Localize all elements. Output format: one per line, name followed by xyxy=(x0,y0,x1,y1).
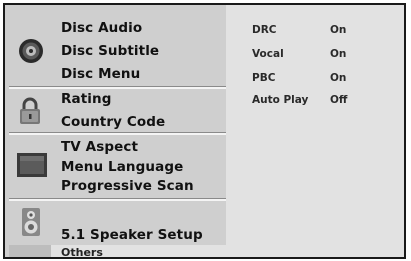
menu-item-progressive-scan[interactable]: Progressive Scan xyxy=(61,178,194,194)
menu-item-tv-aspect[interactable]: TV Aspect xyxy=(61,139,138,155)
audio-group: 5.1 Speaker Setup xyxy=(5,201,226,243)
lock-icon xyxy=(20,97,40,124)
setting-name: DRC xyxy=(252,24,277,36)
setting-value[interactable]: Off xyxy=(330,94,347,106)
menu-item-disc-subtitle[interactable]: Disc Subtitle xyxy=(61,43,159,59)
display-group: TV Aspect Menu Language Progressive Scan xyxy=(5,135,226,201)
menu-item-disc-menu[interactable]: Disc Menu xyxy=(61,66,140,82)
menu-item-5-1-speaker-setup[interactable]: 5.1 Speaker Setup xyxy=(61,227,203,243)
setting-name: Auto Play xyxy=(252,94,309,106)
disc-group: Disc Audio Disc Subtitle Disc Menu xyxy=(5,5,226,89)
setting-value[interactable]: On xyxy=(330,72,346,84)
setting-value[interactable]: On xyxy=(330,24,346,36)
settings-panel: DRC On Vocal On PBC On Auto Play Off xyxy=(226,5,404,257)
menu-item-disc-audio[interactable]: Disc Audio xyxy=(61,20,142,36)
menu-category-panel: Disc Audio Disc Subtitle Disc Menu Ratin… xyxy=(5,5,226,257)
tv-screen-icon xyxy=(17,153,47,177)
lock-group: Rating Country Code xyxy=(5,89,226,135)
setup-menu-screen: Disc Audio Disc Subtitle Disc Menu Ratin… xyxy=(3,3,406,259)
menu-item-others[interactable]: Others xyxy=(51,245,226,257)
menu-item-rating[interactable]: Rating xyxy=(61,91,111,107)
menu-item-menu-language[interactable]: Menu Language xyxy=(61,159,183,175)
setting-name: Vocal xyxy=(252,48,284,60)
others-tab-corner xyxy=(9,245,51,257)
setting-value[interactable]: On xyxy=(330,48,346,60)
menu-item-country-code[interactable]: Country Code xyxy=(61,114,165,130)
speaker-icon xyxy=(22,208,40,236)
disc-icon xyxy=(19,39,43,63)
setting-name: PBC xyxy=(252,72,276,84)
